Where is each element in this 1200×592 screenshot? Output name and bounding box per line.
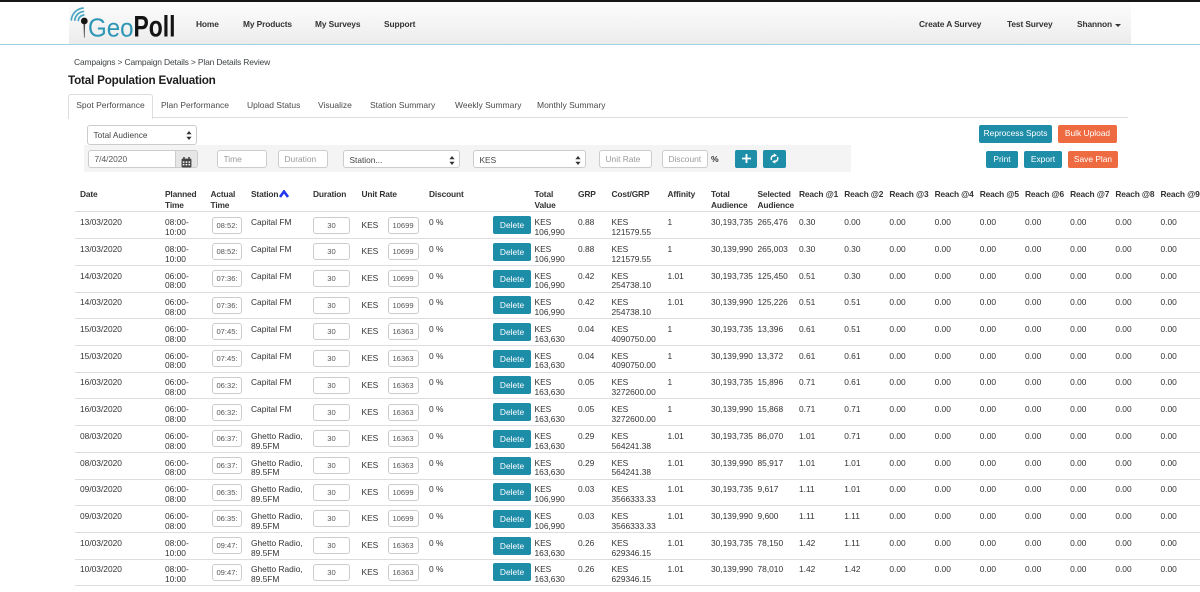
svg-text:Poll: Poll: [134, 11, 176, 44]
svg-text:Geo: Geo: [88, 13, 134, 43]
